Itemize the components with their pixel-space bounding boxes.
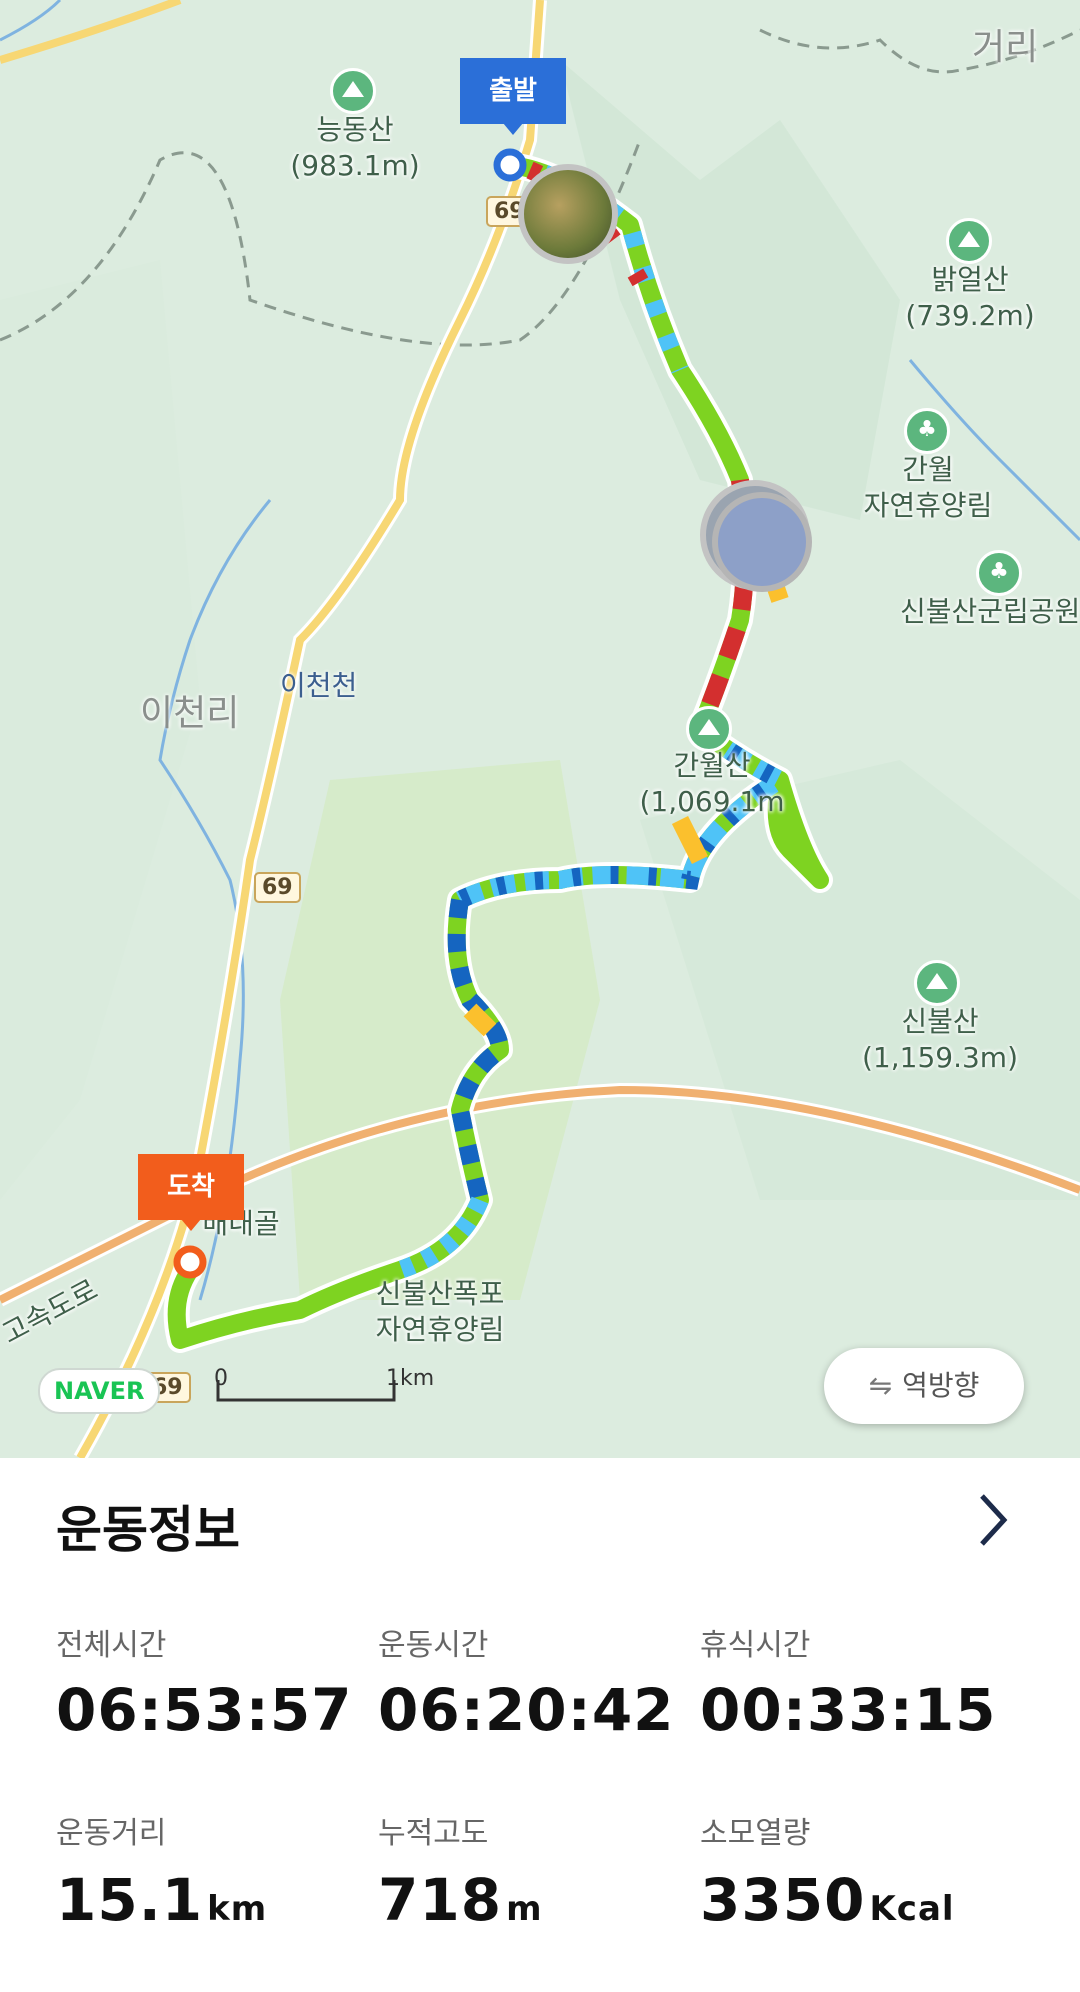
reverse-direction-button[interactable]: ⇋ 역방향 <box>824 1348 1024 1424</box>
peak-ganwol-elevation: (1,069.1m <box>639 785 785 818</box>
stat-label-exercise-time: 운동시간 <box>378 1628 489 1663</box>
stat-unit-distance: km <box>207 1889 268 1929</box>
peak-ganwol-name: 간월산 <box>673 749 751 782</box>
peak-icon <box>914 960 960 1006</box>
forest-waterfall-label-2: 자연휴양림 <box>375 1313 505 1346</box>
peak-sinbul-name: 신불산 <box>901 1005 979 1038</box>
reverse-direction-label: 역방향 <box>902 1369 980 1402</box>
naver-logo: NAVER <box>38 1368 161 1414</box>
stat-value-distance: 15.1 km <box>56 1866 268 1934</box>
reverse-arrows-icon: ⇋ <box>868 1369 893 1402</box>
peak-neungdong-elevation: (983.1m) <box>290 149 420 182</box>
peak-icon <box>946 218 992 264</box>
stat-unit-calories: Kcal <box>869 1889 955 1929</box>
peak-icon <box>686 706 732 752</box>
end-flag: 도착 <box>138 1154 244 1220</box>
scale-line <box>216 1380 396 1402</box>
stat-label-rest-time: 휴식시간 <box>700 1628 811 1663</box>
stat-value-rest-time: 00:33:15 <box>700 1676 997 1744</box>
scale-zero-label: 0 <box>214 1366 228 1391</box>
corner-place-label: 거리 <box>972 27 1039 68</box>
exercise-info-title: 운동정보 <box>56 1501 240 1559</box>
forest-ganwol-label-1: 간월 <box>902 453 954 486</box>
forest-icon: ♣ <box>976 550 1022 596</box>
start-flag-pointer <box>503 123 523 135</box>
peak-balkeol-name: 밝얼산 <box>931 263 1009 296</box>
stat-unit-elevation-gain: m <box>506 1889 543 1929</box>
map-scale-bar: 0 1km <box>214 1366 434 1406</box>
forest-sinbul-park-label: 신불산군립공원 <box>900 595 1080 628</box>
stat-value-calories: 3350 Kcal <box>700 1866 955 1934</box>
peak-balkeol-elevation: (739.2m) <box>905 299 1035 332</box>
stat-value-total-time: 06:53:57 <box>56 1676 353 1744</box>
start-flag: 출발 <box>460 58 566 124</box>
village-icheon-label: 이천리 <box>140 693 240 734</box>
stat-label-calories: 소모열량 <box>700 1816 811 1851</box>
peak-sinbul-elevation: (1,159.3m) <box>862 1041 1018 1074</box>
stat-label-total-time: 전체시간 <box>56 1628 167 1663</box>
chevron-right-icon[interactable] <box>972 1490 1012 1550</box>
map-view[interactable]: 능동산 (983.1m) 밝얼산 (739.2m) ♣ 간월 자연휴양림 ♣ 신… <box>0 0 1080 1458</box>
peak-icon <box>330 68 376 114</box>
stat-value-elevation-gain: 718 m <box>378 1866 543 1934</box>
stat-value-exercise-time: 06:20:42 <box>378 1676 675 1744</box>
photo-thumbnail[interactable] <box>518 164 618 264</box>
scale-one-km-label: 1km <box>386 1366 435 1391</box>
route-69-shield: 69 <box>254 872 301 903</box>
photo-thumbnail[interactable] <box>712 492 812 592</box>
forest-ganwol-label-2: 자연휴양림 <box>863 489 993 522</box>
forest-waterfall-label-1: 신불산폭포 <box>375 1277 505 1310</box>
stream-icheon-label: 이천천 <box>280 669 358 702</box>
stat-label-distance: 운동거리 <box>56 1816 167 1851</box>
forest-icon: ♣ <box>904 408 950 454</box>
stat-label-elevation-gain: 누적고도 <box>378 1816 489 1851</box>
end-flag-pointer <box>181 1219 201 1231</box>
peak-neungdong-name: 능동산 <box>316 113 394 146</box>
